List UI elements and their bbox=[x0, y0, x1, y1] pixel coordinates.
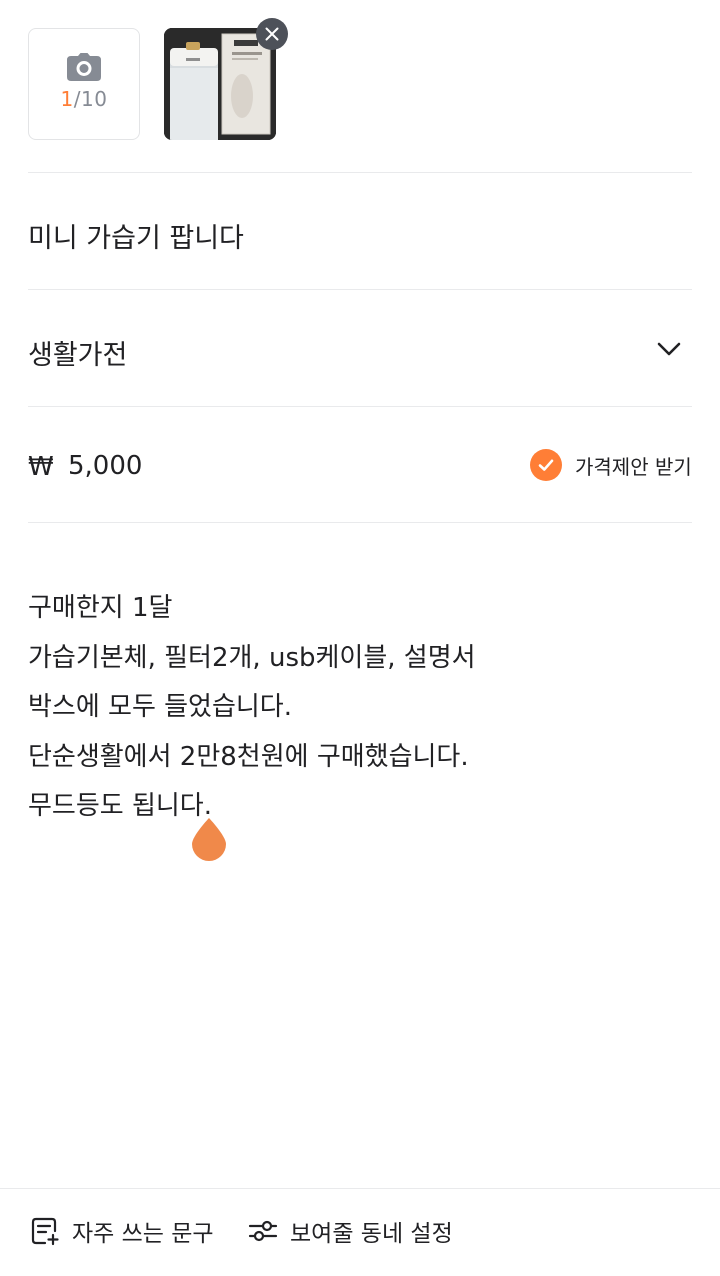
chevron-down-icon[interactable] bbox=[656, 336, 682, 362]
photo-count: 1/10 bbox=[61, 87, 108, 111]
description-line: 박스에 모두 들었습니다. bbox=[28, 692, 292, 722]
camera-icon bbox=[67, 53, 101, 81]
divider bbox=[28, 406, 692, 407]
post-editor: 1/10 미니 가습기 팝니다 생활가전 ₩ 5,000 가격제안 받기 구매한… bbox=[0, 0, 720, 1276]
text-cursor-handle[interactable] bbox=[190, 816, 228, 862]
frequent-phrases-button[interactable]: 자주 쓰는 문구 bbox=[30, 1210, 214, 1252]
description-line: 구매한지 1달 bbox=[28, 593, 173, 623]
memo-add-icon bbox=[31, 1217, 59, 1246]
photo-count-total: /10 bbox=[73, 87, 108, 111]
currency-symbol: ₩ bbox=[28, 452, 54, 482]
divider bbox=[28, 289, 692, 290]
close-icon bbox=[265, 27, 279, 41]
frequent-phrases-label: 자주 쓰는 문구 bbox=[72, 1221, 214, 1247]
description-line: 가습기본체, 필터2개, usb케이블, 설명서 bbox=[28, 642, 476, 673]
description-textarea[interactable]: 구매한지 1달 가습기본체, 필터2개, usb케이블, 설명서 박스에 모두 … bbox=[28, 584, 692, 832]
description-line: 무드등도 됩니다. bbox=[28, 791, 212, 821]
neighborhood-settings-label: 보여줄 동네 설정 bbox=[290, 1221, 453, 1247]
add-photo-button[interactable]: 1/10 bbox=[28, 28, 140, 140]
neighborhood-settings-button[interactable]: 보여줄 동네 설정 bbox=[248, 1210, 453, 1252]
divider bbox=[28, 522, 692, 523]
photo-row: 1/10 bbox=[28, 18, 692, 140]
checkbox-checked-icon bbox=[530, 449, 562, 481]
photo-thumbnail[interactable] bbox=[164, 28, 276, 140]
divider bbox=[28, 172, 692, 173]
bottom-bar-divider bbox=[0, 1188, 720, 1189]
sliders-icon bbox=[248, 1220, 278, 1242]
price-offer-label: 가격제안 받기 bbox=[575, 454, 692, 479]
description-line: 단순생활에서 2만8천원에 구매했습니다. bbox=[28, 741, 469, 772]
photo-thumbnail-image bbox=[164, 28, 276, 140]
title-input[interactable]: 미니 가습기 팝니다 bbox=[28, 216, 244, 255]
category-select[interactable]: 생활가전 bbox=[28, 333, 127, 372]
remove-photo-button[interactable] bbox=[256, 18, 288, 50]
check-icon bbox=[538, 459, 554, 471]
price-offer-toggle[interactable]: 가격제안 받기 bbox=[530, 448, 692, 482]
photo-count-current: 1 bbox=[60, 87, 74, 111]
price-input[interactable]: 5,000 bbox=[68, 451, 142, 481]
